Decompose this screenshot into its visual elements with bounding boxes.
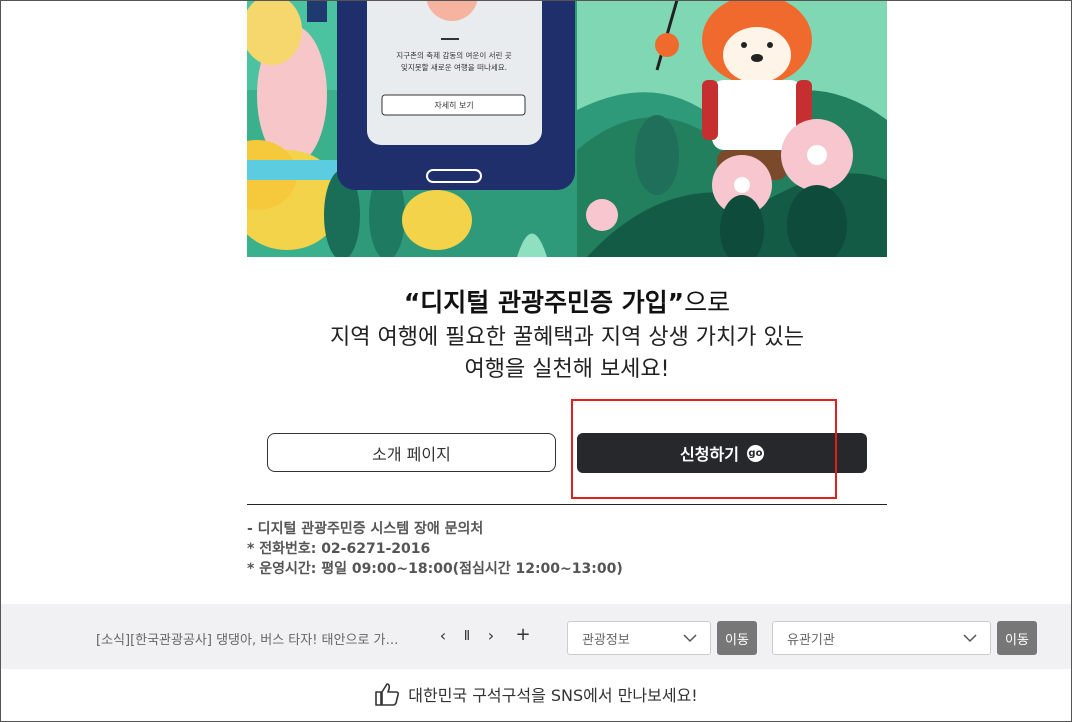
intro-page-button[interactable]: 소개 페이지 bbox=[267, 433, 556, 472]
go-badge-icon: go bbox=[746, 444, 764, 462]
phone-card-button: 자세히 보기 bbox=[434, 100, 473, 110]
tourism-info-select[interactable]: 관광정보 bbox=[567, 621, 711, 655]
thumbs-up-icon bbox=[375, 683, 400, 706]
headline: “디지털 관광주민증 가입”으로 지역 여행에 필요한 꿀혜택과 지역 상생 가… bbox=[247, 284, 887, 386]
hero-art: 지구촌의 축제 감동의 여운이 서린 곳 잊지못할 새로운 여행을 떠나세요. … bbox=[247, 0, 887, 257]
contact-phone: * 전화번호: 02-6271-2016 bbox=[247, 541, 431, 557]
phone-card-line2: 잊지못할 새로운 여행을 떠나세요. bbox=[401, 62, 507, 72]
move-button-2[interactable]: 이동 bbox=[997, 621, 1037, 655]
headline-suffix: 으로 bbox=[684, 288, 731, 317]
related-org-value: 유관기관 bbox=[787, 632, 835, 648]
headline-line1: “디지털 관광주민증 가입”으로 bbox=[247, 284, 887, 322]
headline-line3: 여행을 실천해 보세요! bbox=[464, 357, 670, 382]
chevron-down-icon bbox=[963, 634, 977, 643]
more-icon[interactable]: + bbox=[514, 624, 532, 645]
headline-quote: “디지털 관광주민증 가입” bbox=[403, 288, 685, 317]
apply-label: 신청하기 bbox=[680, 445, 739, 464]
sns-text: 대한민국 구석구석을 SNS에서 만나보세요! bbox=[408, 686, 698, 705]
next-icon[interactable]: › bbox=[482, 626, 500, 645]
pause-icon[interactable]: Ⅱ bbox=[458, 629, 476, 644]
contact-title: - 디지털 관광주민증 시스템 장애 문의처 bbox=[247, 521, 484, 537]
contact-hours: * 운영시간: 평일 09:00~18:00(점심시간 12:00~13:00) bbox=[247, 561, 623, 577]
headline-line2: 지역 여행에 필요한 꿀혜택과 지역 상생 가치가 있는 bbox=[330, 325, 804, 350]
intro-page-label: 소개 페이지 bbox=[372, 444, 451, 464]
apply-button[interactable]: 신청하기 go bbox=[577, 433, 867, 473]
prev-icon[interactable]: ‹ bbox=[434, 626, 452, 645]
hero-illustration: 지구촌의 축제 감동의 여운이 서린 곳 잊지못할 새로운 여행을 떠나세요. … bbox=[247, 0, 887, 257]
news-ticker[interactable]: [소식][한국관광공사] 댕댕아, 버스 타자! 태안으로 가… bbox=[96, 629, 416, 648]
move-button-1[interactable]: 이동 bbox=[717, 621, 757, 655]
phone-card-line1: 지구촌의 축제 감동의 여운이 서린 곳 bbox=[396, 50, 512, 60]
tourism-info-value: 관광정보 bbox=[582, 632, 630, 648]
divider bbox=[247, 504, 887, 505]
chevron-down-icon bbox=[683, 634, 697, 643]
related-org-select[interactable]: 유관기관 bbox=[772, 621, 991, 655]
sns-banner[interactable]: 대한민국 구석구석을 SNS에서 만나보세요! bbox=[0, 682, 1072, 706]
contact-info: - 디지털 관광주민증 시스템 장애 문의처 * 전화번호: 02-6271-2… bbox=[247, 519, 623, 579]
